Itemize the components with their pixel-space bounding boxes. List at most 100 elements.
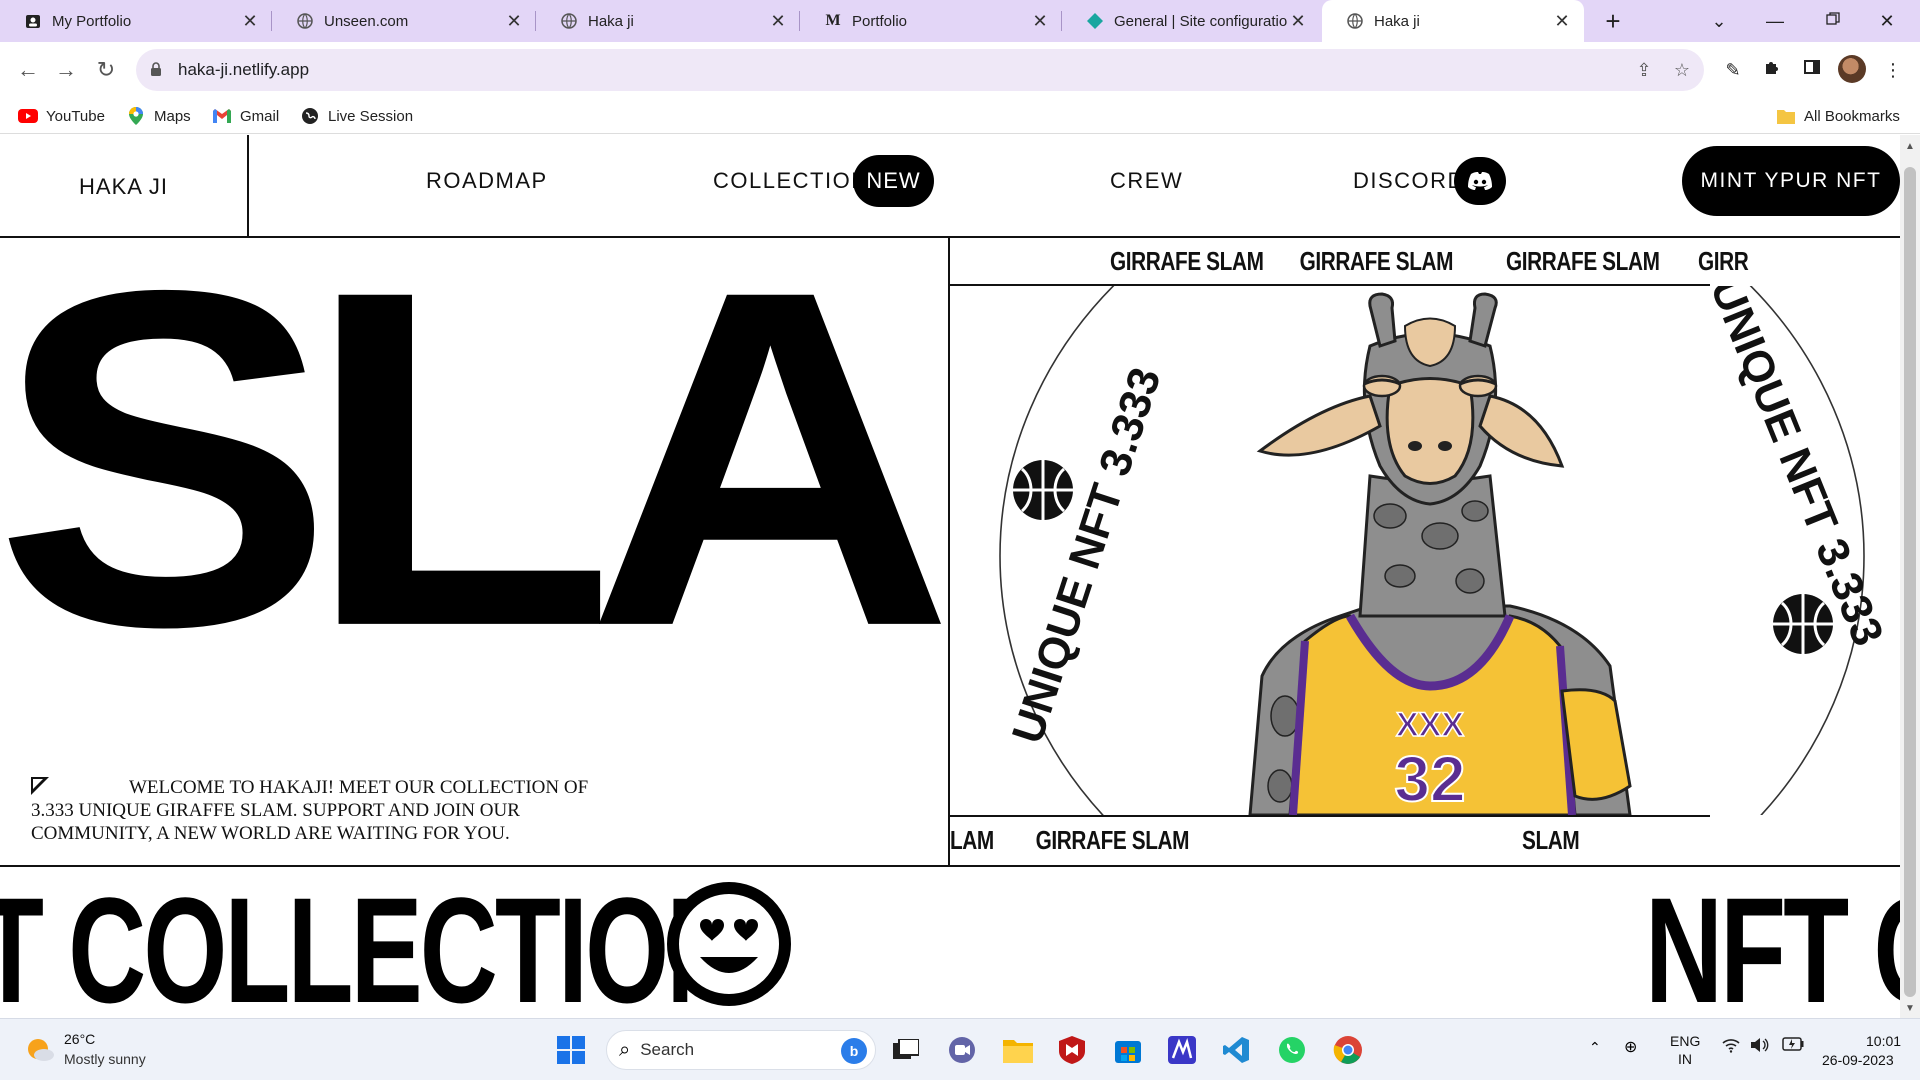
jersey-mark: XXX <box>1396 706 1464 744</box>
address-bar[interactable]: haka-ji.netlify.app ⇪ ☆ <box>136 49 1704 91</box>
tab-unseen[interactable]: Unseen.com ✕ <box>272 0 536 42</box>
scroll-down-icon[interactable]: ▼ <box>1904 1003 1916 1014</box>
windows-start-icon[interactable] <box>553 1032 589 1068</box>
file-explorer-icon[interactable] <box>1000 1032 1036 1068</box>
volume-icon[interactable] <box>1750 1037 1770 1058</box>
more-menu-icon[interactable]: ⋮ <box>1880 57 1906 83</box>
site-brand[interactable]: HAKA JI <box>0 135 249 238</box>
basketball-icon <box>1773 594 1833 654</box>
battery-icon[interactable] <box>1782 1037 1804 1056</box>
discord-icon[interactable] <box>1454 157 1506 205</box>
tray-chevron-up-icon[interactable]: ⌃ <box>1589 1039 1601 1056</box>
vscode-icon[interactable] <box>1218 1032 1254 1068</box>
marquee-item: GIRRAFE SLAM <box>1299 246 1454 276</box>
scroll-up-icon[interactable]: ▲ <box>1904 141 1916 152</box>
close-icon[interactable]: ✕ <box>1288 11 1308 32</box>
bookmark-youtube[interactable]: YouTube <box>18 106 105 126</box>
language-region: IN <box>1678 1051 1692 1067</box>
folder-icon <box>1776 108 1796 124</box>
bookmark-all-bookmarks[interactable]: All Bookmarks <box>1776 106 1900 126</box>
ring-text-left: UNIQUE NFT 3.333 <box>1003 362 1170 749</box>
close-icon[interactable]: ✕ <box>1552 11 1572 32</box>
new-tab-button[interactable]: + <box>1598 6 1628 36</box>
clock-time[interactable]: 10:01 <box>1866 1033 1901 1049</box>
lock-icon <box>150 61 166 79</box>
marquee-item: LAM <box>950 825 994 855</box>
task-view-icon[interactable] <box>888 1032 924 1068</box>
nav-roadmap[interactable]: ROADMAP <box>426 168 548 194</box>
weather-temp: 26°C <box>64 1031 96 1047</box>
globe-icon <box>1346 12 1364 30</box>
search-icon: ⌕ <box>619 1038 631 1061</box>
forward-arrow-icon[interactable]: → <box>48 52 84 88</box>
puzzle-extensions-icon[interactable] <box>1759 57 1785 83</box>
page-scrollbar[interactable]: ▲ ▼ <box>1900 135 1920 1018</box>
marquee-item: GIRRAFE SLAM <box>1035 825 1190 855</box>
marquee-item: SLAM <box>1522 825 1580 855</box>
basketball-icon <box>1013 460 1073 520</box>
scrollbar-thumb[interactable] <box>1904 167 1916 997</box>
bookmark-maps[interactable]: Maps <box>126 106 191 126</box>
netlify-favicon <box>1086 12 1104 30</box>
taskbar-search[interactable]: ⌕ Search b <box>606 1030 876 1070</box>
hero-giant-text: SLAM SLAM <box>0 238 948 727</box>
gmail-icon <box>212 108 232 124</box>
share-icon[interactable]: ⇪ <box>1632 58 1656 82</box>
chevron-down-icon[interactable]: ⌄ <box>1696 6 1742 36</box>
globe-icon <box>296 12 314 30</box>
heart-eyes-emoji-icon <box>667 882 791 1006</box>
profile-avatar[interactable] <box>1838 55 1866 83</box>
tab-portfolio[interactable]: M Portfolio ✕ <box>800 0 1062 42</box>
wifi-icon[interactable] <box>1722 1037 1740 1058</box>
marquee-item: GIRRAFE SLAM <box>1110 246 1264 276</box>
bing-icon[interactable]: b <box>841 1038 867 1064</box>
network-globe-icon[interactable]: ⊕ <box>1624 1037 1637 1057</box>
mint-nft-button[interactable]: MINT YPUR NFT <box>1682 146 1900 216</box>
app-m-icon[interactable] <box>1164 1032 1200 1068</box>
close-icon[interactable]: ✕ <box>504 11 524 32</box>
marquee-item: GIRR <box>1698 246 1749 276</box>
jersey-number: 32 <box>1394 743 1465 815</box>
tab-site-configuration[interactable]: General | Site configuration ✕ <box>1062 0 1320 42</box>
windows-taskbar: 26°C Mostly sunny ⌕ Search b ⌃ ⊕ ENG IN <box>0 1018 1920 1080</box>
weather-sun-icon[interactable] <box>24 1033 56 1065</box>
reload-icon[interactable]: ↻ <box>88 52 124 88</box>
close-window-icon[interactable]: ✕ <box>1864 6 1910 36</box>
globe-icon <box>300 108 320 124</box>
restore-icon[interactable] <box>1810 6 1856 36</box>
new-badge[interactable]: NEW <box>853 155 934 207</box>
close-icon[interactable]: ✕ <box>240 11 260 32</box>
intro-paragraph: WELCOME TO HAKAJI! MEET OUR COLLECTION O… <box>31 777 589 844</box>
back-arrow-icon[interactable]: ← <box>10 52 46 88</box>
collection-band-text-right: NFT C <box>1645 866 1900 1018</box>
nav-discord[interactable]: DISCORD <box>1353 168 1465 194</box>
bookmark-live-session[interactable]: Live Session <box>300 106 413 126</box>
language-indicator[interactable]: ENG <box>1670 1033 1700 1049</box>
close-icon[interactable]: ✕ <box>768 11 788 32</box>
close-icon[interactable]: ✕ <box>1030 11 1050 32</box>
browser-toolbar: ← → ↻ haka-ji.netlify.app ⇪ ☆ ✎ ⋮ <box>0 42 1920 98</box>
globe-icon <box>560 12 578 30</box>
hero-left-panel: SLAM SLAM WELCOME TO HAKAJI! MEET OUR CO… <box>0 238 950 865</box>
nav-collection[interactable]: COLLECTION <box>713 168 869 194</box>
pen-extension-icon[interactable]: ✎ <box>1720 57 1746 83</box>
nav-crew[interactable]: CREW <box>1110 168 1183 194</box>
minimize-icon[interactable]: — <box>1752 6 1798 36</box>
tab-my-portfolio[interactable]: My Portfolio ✕ <box>0 0 272 42</box>
marquee-item: GIRRAFE SLAM <box>1506 246 1660 276</box>
collection-marquee-band: T COLLECTION NFT C <box>0 865 1900 1018</box>
tab-haka-ji-1[interactable]: Haka ji ✕ <box>536 0 800 42</box>
youtube-icon <box>18 108 38 124</box>
star-icon[interactable]: ☆ <box>1670 58 1694 82</box>
weather-desc: Mostly sunny <box>64 1051 146 1067</box>
url-text: haka-ji.netlify.app <box>178 60 310 79</box>
microsoft-store-icon[interactable] <box>1110 1032 1146 1068</box>
side-panel-icon[interactable] <box>1799 57 1825 83</box>
clock-date[interactable]: 26-09-2023 <box>1822 1052 1894 1068</box>
chrome-icon[interactable] <box>1330 1032 1366 1068</box>
tab-haka-ji-active[interactable]: Haka ji ✕ <box>1322 0 1584 42</box>
mcafee-icon[interactable] <box>1054 1032 1090 1068</box>
teams-meet-icon[interactable] <box>944 1032 980 1068</box>
whatsapp-icon[interactable] <box>1274 1032 1310 1068</box>
bookmark-gmail[interactable]: Gmail <box>212 106 279 126</box>
